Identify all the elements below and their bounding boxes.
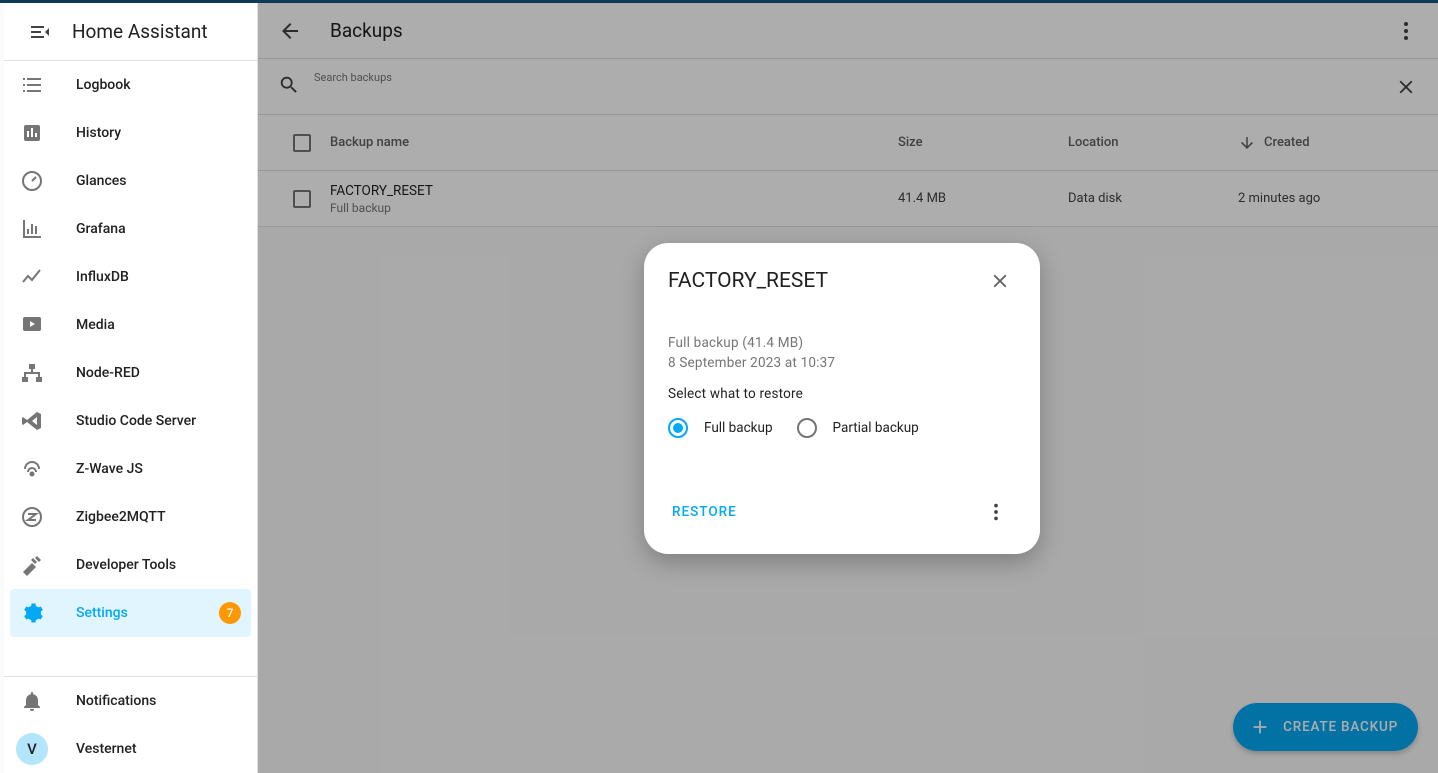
dialog-header: FACTORY_RESET — [668, 265, 1016, 297]
user-name: Vesternet — [76, 741, 137, 757]
sidebar-item-studio-code-server[interactable]: Studio Code Server — [4, 397, 257, 445]
radio-icon — [668, 418, 688, 438]
sidebar-item-developer-tools[interactable]: Developer Tools — [4, 541, 257, 589]
sidebar-item-grafana[interactable]: Grafana — [4, 205, 257, 253]
sidebar-item-media[interactable]: Media — [4, 301, 257, 349]
chart-bar-icon — [20, 121, 44, 145]
sidebar-item-notifications[interactable]: Notifications — [4, 677, 257, 725]
zwave-icon — [20, 457, 44, 481]
sidebar-item-label: InfluxDB — [76, 269, 129, 285]
hammer-icon — [20, 553, 44, 577]
gauge-icon — [20, 169, 44, 193]
list-icon — [20, 73, 44, 97]
sidebar-item-settings[interactable]: Settings 7 — [10, 589, 251, 637]
dialog-meta-type: Full backup (41.4 MB) — [668, 333, 1016, 353]
sitemap-icon — [20, 361, 44, 385]
restore-type-radio-group: Full backup Partial backup — [668, 418, 1016, 438]
dialog-close-button[interactable] — [984, 265, 1016, 297]
sidebar-item-influxdb[interactable]: InfluxDB — [4, 253, 257, 301]
sidebar-item-logbook[interactable]: Logbook — [4, 61, 257, 109]
menu-collapse-icon — [28, 20, 52, 44]
user-avatar: V — [16, 733, 48, 765]
settings-badge: 7 — [219, 602, 241, 624]
sidebar-item-label: Glances — [76, 173, 126, 189]
play-box-icon — [20, 313, 44, 337]
sidebar: Home Assistant Logbook History Glances G… — [4, 3, 258, 773]
sidebar-item-node-red[interactable]: Node-RED — [4, 349, 257, 397]
sidebar-item-zigbee2mqtt[interactable]: Zigbee2MQTT — [4, 493, 257, 541]
dots-vertical-icon — [985, 501, 1007, 523]
sidebar-item-label: Developer Tools — [76, 557, 176, 573]
restore-button[interactable]: RESTORE — [668, 496, 741, 528]
bell-icon — [20, 689, 44, 713]
close-icon — [989, 270, 1011, 292]
radio-partial-backup[interactable]: Partial backup — [797, 418, 919, 438]
zigbee-icon — [20, 505, 44, 529]
sidebar-item-label: Node-RED — [76, 365, 140, 381]
sidebar-item-glances[interactable]: Glances — [4, 157, 257, 205]
restore-dialog: FACTORY_RESET Full backup (41.4 MB) 8 Se… — [644, 243, 1040, 554]
sidebar-item-history[interactable]: History — [4, 109, 257, 157]
dialog-actions: RESTORE — [668, 492, 1016, 532]
sidebar-item-label: Z-Wave JS — [76, 461, 143, 477]
dialog-select-prompt: Select what to restore — [668, 386, 1016, 402]
sidebar-item-user[interactable]: V Vesternet — [4, 725, 257, 773]
grafana-icon — [20, 217, 44, 241]
sidebar-item-label: Notifications — [76, 693, 156, 709]
vscode-icon — [20, 409, 44, 433]
sidebar-header: Home Assistant — [4, 3, 257, 61]
main-content: Backups Search backups Backup name Size … — [258, 3, 1438, 773]
window-top-accent — [0, 0, 1438, 3]
sidebar-item-label: Logbook — [76, 77, 131, 93]
dialog-meta: Full backup (41.4 MB) 8 September 2023 a… — [668, 333, 1016, 374]
sidebar-item-label: Studio Code Server — [76, 413, 196, 429]
sidebar-item-label: History — [76, 125, 121, 141]
sidebar-item-label: Grafana — [76, 221, 126, 237]
sidebar-scroll: Logbook History Glances Grafana InfluxDB… — [4, 61, 257, 676]
radio-full-backup[interactable]: Full backup — [668, 418, 773, 438]
sidebar-item-label: Settings — [76, 605, 128, 621]
radio-label: Full backup — [704, 420, 773, 436]
sidebar-item-zwave[interactable]: Z-Wave JS — [4, 445, 257, 493]
sidebar-item-label: Media — [76, 317, 115, 333]
sidebar-toggle-button[interactable] — [20, 12, 60, 52]
app-title: Home Assistant — [72, 20, 208, 43]
chart-line-icon — [20, 265, 44, 289]
dialog-meta-date: 8 September 2023 at 10:37 — [668, 353, 1016, 373]
radio-icon — [797, 418, 817, 438]
dialog-overflow-menu-button[interactable] — [976, 492, 1016, 532]
cog-icon — [20, 601, 44, 625]
dialog-title: FACTORY_RESET — [668, 269, 828, 293]
radio-label: Partial backup — [833, 420, 919, 436]
sidebar-bottom: Notifications V Vesternet — [4, 676, 257, 773]
sidebar-item-label: Zigbee2MQTT — [76, 509, 166, 525]
